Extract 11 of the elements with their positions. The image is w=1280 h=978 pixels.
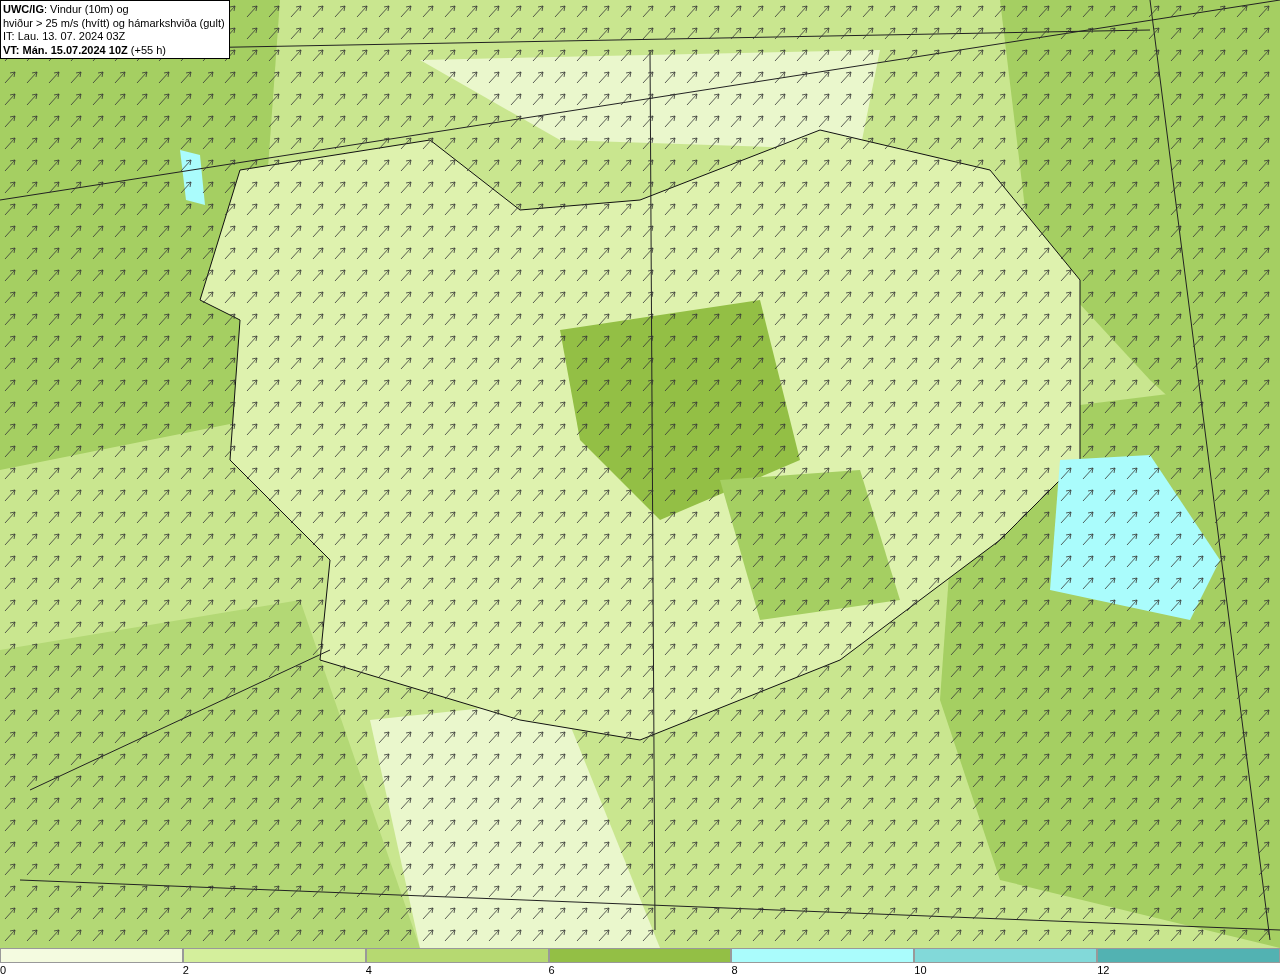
legend-tick-label: 8 [731, 963, 738, 977]
title-line: hviður > 25 m/s (hvítt) og hámarkshviða (gult) [3, 16, 225, 30]
legend-tick-label: 2 [182, 963, 189, 977]
legend-tick-label: 4 [365, 963, 372, 977]
title-line: VT: Mán. 15.07.2024 10Z (+55 h) [3, 43, 167, 57]
legend-tick-label: 12 [1097, 963, 1110, 977]
legend-tick-label: 0 [0, 963, 7, 977]
title-line: IT: Lau. 13. 07. 2024 03Z [3, 30, 127, 44]
legend-tick-label: 10 [914, 963, 927, 977]
legend-tick-label: 6 [548, 963, 555, 977]
title-line: UWC/IG: Vindur (10m) og [3, 3, 130, 17]
